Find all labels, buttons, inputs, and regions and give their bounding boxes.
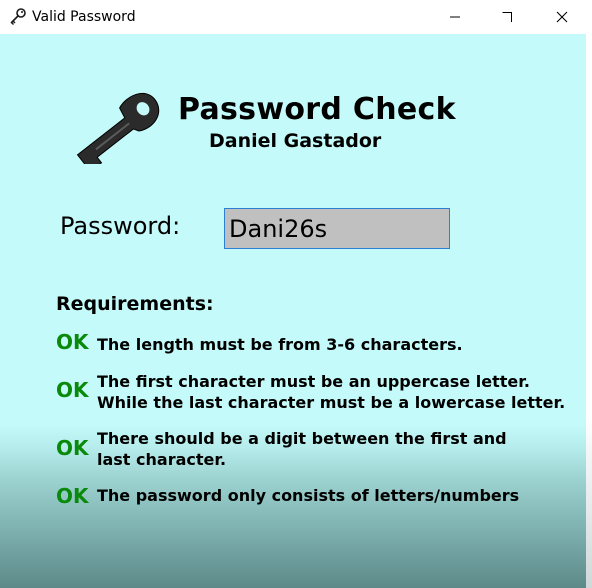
- close-icon: [556, 11, 568, 23]
- requirement-1-status: OK: [56, 330, 89, 354]
- title-bar[interactable]: Valid Password: [0, 0, 592, 34]
- password-input[interactable]: [224, 208, 450, 249]
- requirement-4-text: The password only consists of letters/nu…: [97, 485, 519, 506]
- minimize-button[interactable]: [432, 0, 478, 34]
- requirement-2-line-1: The first character must be an uppercase…: [97, 372, 530, 391]
- requirement-2-status: OK: [56, 378, 89, 402]
- minimize-icon: [450, 16, 460, 18]
- requirement-1-line-1: The length must be from 3-6 characters.: [97, 335, 463, 354]
- app-title: Password Check: [178, 92, 456, 127]
- app-window: Valid Password Password Check Daniel Gas…: [0, 0, 592, 588]
- maximize-button[interactable]: [486, 0, 532, 34]
- requirement-1-text: The length must be from 3-6 characters.: [97, 334, 463, 355]
- requirement-4-line-1: The password only consists of letters/nu…: [97, 486, 520, 505]
- maximize-icon: [502, 12, 512, 22]
- key-icon: [76, 92, 160, 164]
- password-label: Password:: [60, 212, 181, 240]
- app-author: Daniel Gastador: [209, 130, 382, 152]
- requirement-2-line-2: While the last character must be a lower…: [97, 393, 566, 412]
- requirement-3-line-1: There should be a digit between the firs…: [97, 429, 507, 448]
- requirement-2-text: The first character must be an uppercase…: [97, 371, 565, 413]
- requirement-3-text: There should be a digit between the firs…: [97, 428, 507, 470]
- requirements-heading: Requirements:: [56, 293, 214, 315]
- window-title: Valid Password: [32, 9, 136, 25]
- close-button[interactable]: [540, 0, 586, 34]
- requirement-3-status: OK: [56, 436, 89, 460]
- requirement-4-status: OK: [56, 484, 89, 508]
- requirement-3-line-2: last character.: [97, 450, 227, 469]
- key-icon: [10, 8, 26, 25]
- window-right-edge: [586, 34, 592, 588]
